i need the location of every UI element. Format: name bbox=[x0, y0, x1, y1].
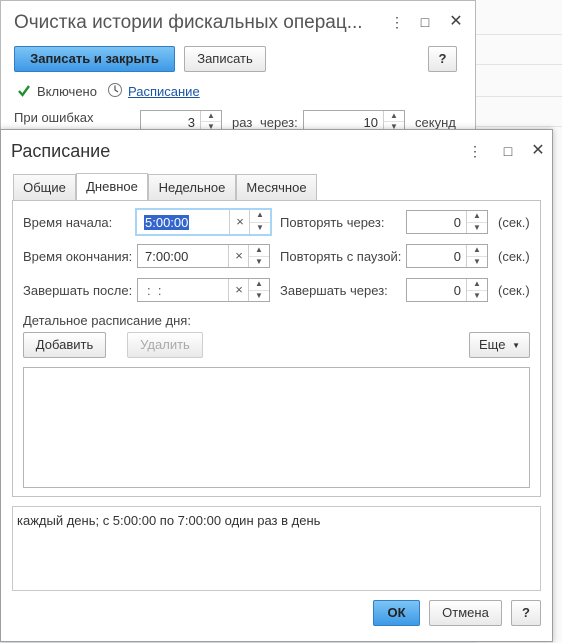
dialog-maximize-icon[interactable]: □ bbox=[499, 142, 517, 160]
finish-after-clear-icon[interactable]: × bbox=[228, 279, 249, 301]
detail-schedule-list[interactable] bbox=[23, 367, 530, 488]
repeat-every-field[interactable]: 0 ▲ ▼ bbox=[406, 210, 488, 234]
finish-in-label: Завершать через: bbox=[280, 283, 388, 298]
times-label: раз bbox=[232, 115, 253, 130]
dialog-title: Расписание bbox=[11, 141, 111, 161]
schedule-dialog: Расписание ⋮ □ ✕ Общие Дневное Недельное… bbox=[0, 129, 553, 642]
dialog-more-icon[interactable]: ⋮ bbox=[466, 142, 484, 160]
on-errors-label: При ошибках bbox=[14, 110, 94, 125]
retry-count-value: 3 bbox=[187, 115, 195, 130]
help-button[interactable]: ? bbox=[428, 46, 457, 72]
repeat-every-value: 0 bbox=[453, 215, 461, 230]
repeat-every-spinner[interactable]: ▲ ▼ bbox=[466, 211, 487, 233]
delete-button[interactable]: Удалить bbox=[127, 332, 203, 358]
tab-daily[interactable]: Дневное bbox=[76, 173, 148, 201]
seconds-label: секунд bbox=[415, 115, 456, 130]
more-icon[interactable]: ⋮ bbox=[388, 13, 406, 31]
through-label: через: bbox=[260, 115, 298, 130]
clock-icon bbox=[107, 82, 123, 98]
ok-button[interactable]: ОК bbox=[373, 600, 420, 626]
start-time-clear-icon[interactable]: × bbox=[229, 210, 250, 234]
end-time-clear-icon[interactable]: × bbox=[228, 245, 249, 267]
repeat-pause-label: Повторять с паузой: bbox=[280, 249, 402, 264]
finish-after-field[interactable]: : : × ▲ ▼ bbox=[137, 278, 270, 302]
cancel-button[interactable]: Отмена bbox=[429, 600, 502, 626]
dialog-close-icon[interactable]: ✕ bbox=[529, 142, 547, 160]
repeat-pause-field[interactable]: 0 ▲ ▼ bbox=[406, 244, 488, 268]
retry-count-spinner[interactable]: ▲ ▼ bbox=[200, 111, 221, 131]
add-button[interactable]: Добавить bbox=[23, 332, 106, 358]
retry-interval-spinner[interactable]: ▲ ▼ bbox=[383, 111, 404, 131]
schedule-link[interactable]: Расписание bbox=[128, 84, 200, 99]
end-time-field[interactable]: 7:00:00 × ▲ ▼ bbox=[137, 244, 270, 268]
start-time-field[interactable]: 5:00:00 × ▲ ▼ bbox=[135, 208, 272, 236]
repeat-every-unit: (сек.) bbox=[498, 215, 530, 230]
finish-in-value: 0 bbox=[453, 283, 461, 298]
end-time-value: 7:00:00 bbox=[145, 249, 189, 264]
repeat-pause-value: 0 bbox=[453, 249, 461, 264]
detail-schedule-label: Детальное расписание дня: bbox=[23, 313, 191, 328]
schedule-summary-box: каждый день; с 5:00:00 по 7:00:00 один р… bbox=[12, 506, 541, 591]
tab-weekly[interactable]: Недельное bbox=[148, 174, 236, 201]
more-button[interactable]: Еще ▼ bbox=[469, 332, 530, 358]
schedule-summary-text: каждый день; с 5:00:00 по 7:00:00 один р… bbox=[17, 513, 321, 528]
repeat-every-label: Повторять через: bbox=[280, 215, 385, 230]
tab-monthly[interactable]: Месячное bbox=[236, 174, 317, 201]
maximize-icon[interactable]: □ bbox=[416, 13, 434, 31]
background-window: Очистка истории фискальных операц... ⋮ □… bbox=[0, 0, 476, 140]
repeat-pause-spinner[interactable]: ▲ ▼ bbox=[466, 245, 487, 267]
finish-after-value: : : bbox=[147, 283, 162, 298]
finish-after-label: Завершать после: bbox=[23, 283, 133, 298]
save-button[interactable]: Записать bbox=[184, 46, 266, 72]
end-time-spinner[interactable]: ▲ ▼ bbox=[248, 245, 269, 267]
enabled-checkbox[interactable] bbox=[17, 84, 31, 98]
more-button-label: Еще bbox=[479, 337, 506, 352]
finish-after-spinner[interactable]: ▲ ▼ bbox=[248, 279, 269, 301]
repeat-pause-unit: (сек.) bbox=[498, 249, 530, 264]
close-icon[interactable]: ✕ bbox=[447, 13, 465, 31]
start-time-label: Время начала: bbox=[23, 215, 113, 230]
start-time-spinner[interactable]: ▲ ▼ bbox=[249, 210, 270, 234]
bg-window-title: Очистка истории фискальных операц... bbox=[14, 12, 363, 33]
save-and-close-button[interactable]: Записать и закрыть bbox=[14, 46, 175, 72]
finish-in-spinner[interactable]: ▲ ▼ bbox=[466, 279, 487, 301]
start-time-value: 5:00:00 bbox=[144, 215, 190, 230]
end-time-label: Время окончания: bbox=[23, 249, 133, 264]
finish-in-unit: (сек.) bbox=[498, 283, 530, 298]
dialog-help-button[interactable]: ? bbox=[511, 600, 541, 626]
dropdown-arrow-icon: ▼ bbox=[512, 340, 520, 350]
finish-in-field[interactable]: 0 ▲ ▼ bbox=[406, 278, 488, 302]
retry-interval-value: 10 bbox=[363, 115, 378, 130]
tab-general[interactable]: Общие bbox=[13, 174, 76, 201]
enabled-label: Включено bbox=[37, 84, 97, 99]
